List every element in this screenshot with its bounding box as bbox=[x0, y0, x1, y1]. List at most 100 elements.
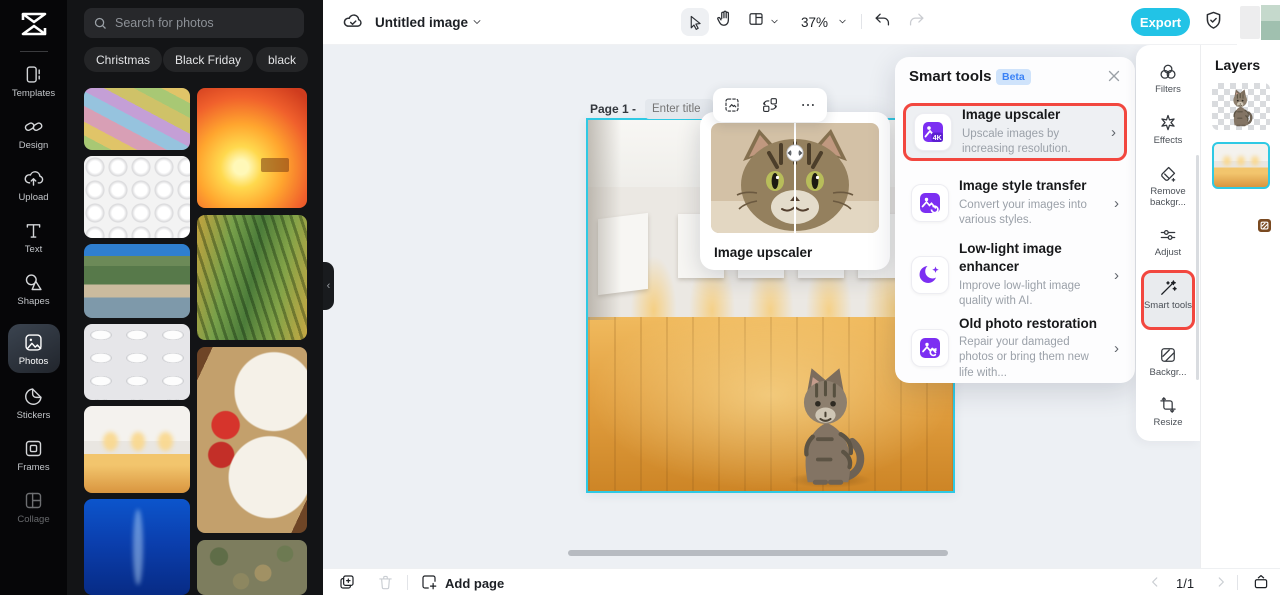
layout-grid-icon[interactable] bbox=[747, 10, 765, 28]
photo-thumb-pills[interactable] bbox=[84, 324, 190, 400]
photo-thumb-blue-water[interactable] bbox=[84, 499, 190, 595]
sidebar-item-label: Photos bbox=[18, 356, 49, 367]
tool-remove-background[interactable]: Remove backgr... bbox=[1140, 164, 1196, 209]
hand-tool-button[interactable] bbox=[715, 9, 734, 28]
capcut-logo[interactable] bbox=[19, 11, 49, 42]
tool-filters[interactable]: Filters bbox=[1140, 62, 1196, 96]
sidebar-item-photos[interactable]: Photos bbox=[7, 324, 60, 373]
smart-tool-lowlight-enhancer[interactable]: Low-light image enhancer Improve low-lig… bbox=[903, 239, 1127, 311]
shapes-icon bbox=[25, 274, 42, 291]
replace-image-icon[interactable] bbox=[761, 96, 779, 114]
photos-icon bbox=[25, 334, 42, 351]
delete-page-icon[interactable] bbox=[375, 572, 395, 592]
tag-label: Christmas bbox=[96, 52, 151, 67]
rail-scrollbar[interactable] bbox=[1196, 155, 1199, 380]
layout-chevron-down-icon[interactable] bbox=[769, 16, 780, 27]
tool-smart-tools[interactable]: Smart tools bbox=[1140, 278, 1196, 312]
smart-tool-old-photo-restoration[interactable]: Old photo restoration Repair your damage… bbox=[903, 316, 1127, 379]
smart-tool-style-transfer[interactable]: Image style transfer Convert your images… bbox=[903, 175, 1127, 231]
canvas-horizontal-scrollbar[interactable] bbox=[568, 550, 948, 556]
photo-thumb-aerial-trees[interactable] bbox=[197, 540, 307, 595]
photo-thumb-white-spheres[interactable] bbox=[84, 156, 190, 238]
photo-thumb-gallery-room[interactable] bbox=[84, 406, 190, 493]
search-input[interactable] bbox=[115, 16, 285, 30]
bottom-bar: Add page 1/1 bbox=[323, 568, 1280, 595]
bottom-divider bbox=[407, 575, 408, 590]
search-icon bbox=[94, 17, 106, 29]
tag-black-friday[interactable]: Black Friday bbox=[163, 47, 254, 72]
add-page-icon[interactable] bbox=[419, 572, 439, 592]
smart-tools-icon bbox=[1161, 280, 1177, 295]
tool-description: Convert your images into various styles. bbox=[959, 198, 1087, 227]
smart-tools-title: Smart tools bbox=[909, 68, 992, 85]
photo-thumb-palm-leaf[interactable] bbox=[197, 215, 307, 340]
next-page-icon[interactable] bbox=[1211, 572, 1231, 592]
select-area-icon[interactable] bbox=[723, 96, 741, 114]
sidebar-item-shapes[interactable]: Shapes bbox=[6, 272, 62, 307]
tool-resize[interactable]: Resize bbox=[1140, 395, 1196, 429]
filters-icon bbox=[1160, 64, 1176, 79]
tool-label: Backgr... bbox=[1149, 367, 1187, 378]
sidebar-item-upload[interactable]: Upload bbox=[6, 168, 62, 203]
sidebar-item-label: Design bbox=[18, 140, 49, 151]
zoom-level[interactable]: 37% bbox=[801, 15, 828, 30]
sidebar-item-label: Templates bbox=[11, 88, 56, 99]
adjust-icon bbox=[1160, 230, 1176, 240]
sidebar-item-frames[interactable]: Frames bbox=[6, 438, 62, 473]
cloud-save-icon[interactable] bbox=[342, 11, 364, 33]
title-chevron-down-icon[interactable] bbox=[471, 16, 483, 28]
layer-thumb-room-selected[interactable] bbox=[1212, 142, 1270, 189]
sidebar-item-stickers[interactable]: Stickers bbox=[6, 386, 62, 421]
tool-description: Repair your damaged photos or bring them… bbox=[959, 335, 1089, 379]
svg-text:4K: 4K bbox=[933, 135, 942, 142]
tool-label: Filters bbox=[1155, 84, 1181, 95]
remove-background-icon bbox=[1161, 166, 1176, 182]
sidebar-item-templates[interactable]: Templates bbox=[6, 64, 62, 99]
photo-thumb-sunset-bench[interactable] bbox=[197, 88, 307, 208]
design-icon bbox=[24, 122, 43, 132]
layers-title: Layers bbox=[1215, 57, 1261, 73]
photo-thumb-banknotes[interactable] bbox=[84, 88, 190, 150]
present-icon[interactable] bbox=[1251, 572, 1271, 592]
tool-effects[interactable]: Effects bbox=[1140, 113, 1196, 147]
photo-thumb-lakeside-village[interactable] bbox=[84, 244, 190, 318]
shield-check-icon[interactable] bbox=[1203, 10, 1224, 31]
zoom-chevron-down-icon[interactable] bbox=[837, 16, 848, 27]
more-options-icon[interactable] bbox=[799, 96, 817, 114]
undo-icon[interactable] bbox=[873, 11, 892, 30]
close-icon[interactable] bbox=[1105, 67, 1123, 85]
tool-description: Upscale images by increasing resolution. bbox=[962, 127, 1071, 156]
redo-icon[interactable] bbox=[907, 11, 926, 30]
sidebar-item-design[interactable]: Design bbox=[6, 116, 62, 151]
sidebar-item-text[interactable]: Text bbox=[6, 220, 62, 255]
smart-tools-panel: Smart tools Beta 4K Image upscaler Upsca… bbox=[895, 57, 1135, 383]
export-button[interactable]: Export bbox=[1131, 8, 1190, 36]
panel-collapse-handle[interactable]: ‹ bbox=[323, 262, 334, 310]
sidebar-item-label: Shapes bbox=[17, 296, 50, 307]
upscaler-preview-card: Image upscaler bbox=[700, 112, 890, 270]
cat-layer[interactable] bbox=[790, 360, 866, 488]
rail-divider bbox=[19, 51, 48, 52]
sidebar-item-collage[interactable]: Collage bbox=[6, 490, 62, 525]
photos-panel: Christmas Black Friday black bbox=[67, 0, 323, 595]
document-title[interactable]: Untitled image bbox=[375, 15, 468, 30]
photo-thumb-cream-jars[interactable] bbox=[197, 347, 307, 533]
add-page-label[interactable]: Add page bbox=[445, 576, 504, 591]
smart-tool-image-upscaler[interactable]: 4K Image upscaler Upscale images by incr… bbox=[903, 103, 1127, 161]
photo-search-bar[interactable] bbox=[84, 8, 304, 38]
prev-page-icon[interactable] bbox=[1145, 572, 1165, 592]
duplicate-page-icon[interactable] bbox=[337, 572, 357, 592]
sidebar-item-label: Upload bbox=[18, 192, 49, 203]
tag-christmas[interactable]: Christmas bbox=[84, 47, 163, 72]
tool-adjust[interactable]: Adjust bbox=[1140, 225, 1196, 259]
tool-description: Improve low-light image quality with AI. bbox=[959, 279, 1081, 308]
sidebar-item-label: Stickers bbox=[16, 410, 51, 421]
select-tool-button[interactable] bbox=[681, 8, 709, 36]
layer-thumb-cat[interactable] bbox=[1212, 83, 1270, 130]
tool-background[interactable]: Backgr... bbox=[1140, 345, 1196, 379]
sidebar-item-label: Frames bbox=[17, 462, 50, 473]
tag-black[interactable]: black bbox=[256, 47, 309, 72]
upscaler-tooltip-label: Image upscaler bbox=[714, 245, 813, 260]
tag-label: Black Friday bbox=[175, 52, 242, 67]
text-icon bbox=[26, 224, 41, 238]
